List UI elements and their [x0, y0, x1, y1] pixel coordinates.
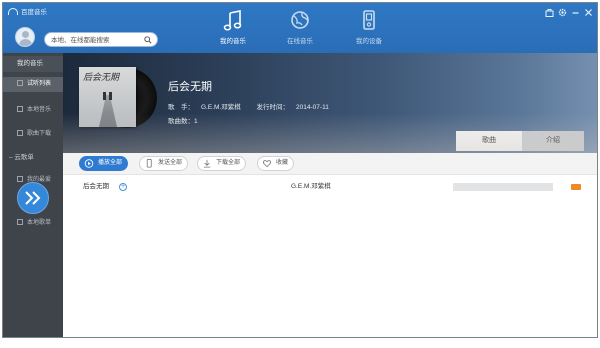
song-name[interactable]: 后会无期: [83, 179, 109, 195]
sidebar-group-cloud-playlists[interactable]: – 云歌单: [3, 151, 63, 165]
headphones-icon: [8, 7, 18, 15]
hq-badge-icon: [571, 184, 581, 190]
release-date: 2014-07-11: [296, 104, 329, 111]
sidebar-title: 我的音乐: [3, 56, 63, 72]
song-count-label: 歌曲数：: [168, 118, 194, 125]
release-field: 发行时间： 2014-07-11: [257, 104, 336, 111]
minimize-icon[interactable]: [571, 8, 580, 17]
folder-icon: [17, 106, 23, 112]
table-row[interactable]: 后会无期 + G.E.M.邓紫棋: [65, 179, 597, 195]
play-icon: [84, 159, 94, 168]
window-controls: [545, 8, 593, 17]
nav-label: 我的音乐: [220, 38, 246, 45]
device-icon: [363, 10, 375, 30]
song-list: [63, 175, 597, 337]
sidebar-item-label: 本地音乐: [27, 107, 52, 113]
favorite-label: 收藏: [276, 160, 289, 166]
singer-label: 歌 手：: [168, 104, 194, 111]
send-all-button[interactable]: 发送全部: [139, 156, 189, 171]
song-artist[interactable]: G.E.M.邓紫棋: [291, 179, 331, 195]
gear-icon[interactable]: [558, 8, 567, 17]
download-icon: [203, 159, 211, 168]
heart-icon: [263, 160, 271, 168]
song-count: 歌曲数：1: [168, 115, 198, 125]
action-bar: 播放全部 发送全部 下载全部 收藏: [63, 153, 597, 175]
sidebar: 我的音乐 试听列表 本地音乐 歌曲下载 – 云歌单 我的最爱 本地歌单: [3, 53, 63, 337]
download-all-button[interactable]: 下载全部: [197, 156, 247, 171]
list-icon: [17, 80, 23, 86]
music-note-icon: [223, 10, 242, 31]
play-all-label: 播放全部: [98, 160, 123, 166]
nav-my-device[interactable]: 我的设备: [344, 10, 394, 45]
download-all-label: 下载全部: [216, 160, 241, 166]
nav-my-music[interactable]: 我的音乐: [208, 10, 258, 45]
singer-field: 歌 手： G.E.M.邓紫棋: [168, 104, 248, 111]
app-logo: 百度音乐: [8, 6, 47, 16]
sidebar-item-trial-list[interactable]: 试听列表: [3, 77, 63, 92]
sidebar-item-label: 本地歌单: [27, 220, 52, 226]
cover-figure: [103, 92, 106, 100]
bag-icon[interactable]: [545, 8, 554, 17]
expand-sidebar-button[interactable]: [17, 182, 49, 214]
app-window: 百度音乐 我的音乐 在线音乐: [2, 2, 598, 338]
search-icon[interactable]: [144, 36, 152, 44]
send-all-label: 发送全部: [158, 160, 183, 166]
singer-name[interactable]: G.E.M.邓紫棋: [201, 104, 241, 111]
sidebar-item-label: 试听列表: [27, 81, 52, 87]
title-bar: 百度音乐 我的音乐 在线音乐: [3, 3, 597, 53]
album-cover: 后会无期: [79, 67, 136, 127]
nav-online-music[interactable]: 在线音乐: [275, 10, 325, 45]
download-icon: [17, 130, 23, 136]
tab-intro[interactable]: 介绍: [522, 131, 584, 151]
release-label: 发行时间：: [256, 104, 290, 111]
search-box[interactable]: [44, 32, 158, 47]
sidebar-item-local-music[interactable]: 本地音乐: [3, 103, 63, 118]
double-chevron-right-icon: [25, 191, 41, 205]
cover-road: [99, 95, 117, 127]
phone-icon: [146, 159, 152, 168]
app-title: 百度音乐: [21, 9, 47, 16]
album-meta: 歌 手： G.E.M.邓紫棋 发行时间： 2014-07-11: [168, 101, 343, 111]
favorite-button[interactable]: 收藏: [257, 156, 295, 171]
nav-label: 在线音乐: [287, 38, 313, 45]
sidebar-item-label: 歌曲下载: [27, 131, 52, 137]
nav-label: 我的设备: [356, 38, 382, 45]
search-input[interactable]: [51, 35, 143, 45]
heart-icon: [17, 176, 23, 182]
close-icon[interactable]: [584, 8, 593, 17]
sidebar-group-label: 云歌单: [14, 154, 34, 161]
avatar[interactable]: [15, 27, 35, 47]
song-progress-placeholder: [453, 183, 553, 191]
sidebar-item-local-playlist[interactable]: 本地歌单: [3, 216, 63, 231]
add-icon[interactable]: +: [119, 183, 127, 191]
cover-figure: [109, 92, 112, 100]
sidebar-item-downloads[interactable]: 歌曲下载: [3, 127, 63, 142]
song-count-value: 1: [194, 118, 198, 125]
globe-icon: [291, 11, 309, 29]
album-cover-text: 后会无期: [83, 73, 120, 83]
play-all-button[interactable]: 播放全部: [79, 156, 129, 171]
playlist-icon: [17, 219, 23, 225]
album-header: 后会无期 后会无期 歌 手： G.E.M.邓紫棋 发行时间： 2014-07-11 …: [63, 53, 597, 153]
tab-songs[interactable]: 歌曲: [456, 131, 522, 151]
album-title: 后会无期: [168, 81, 212, 93]
